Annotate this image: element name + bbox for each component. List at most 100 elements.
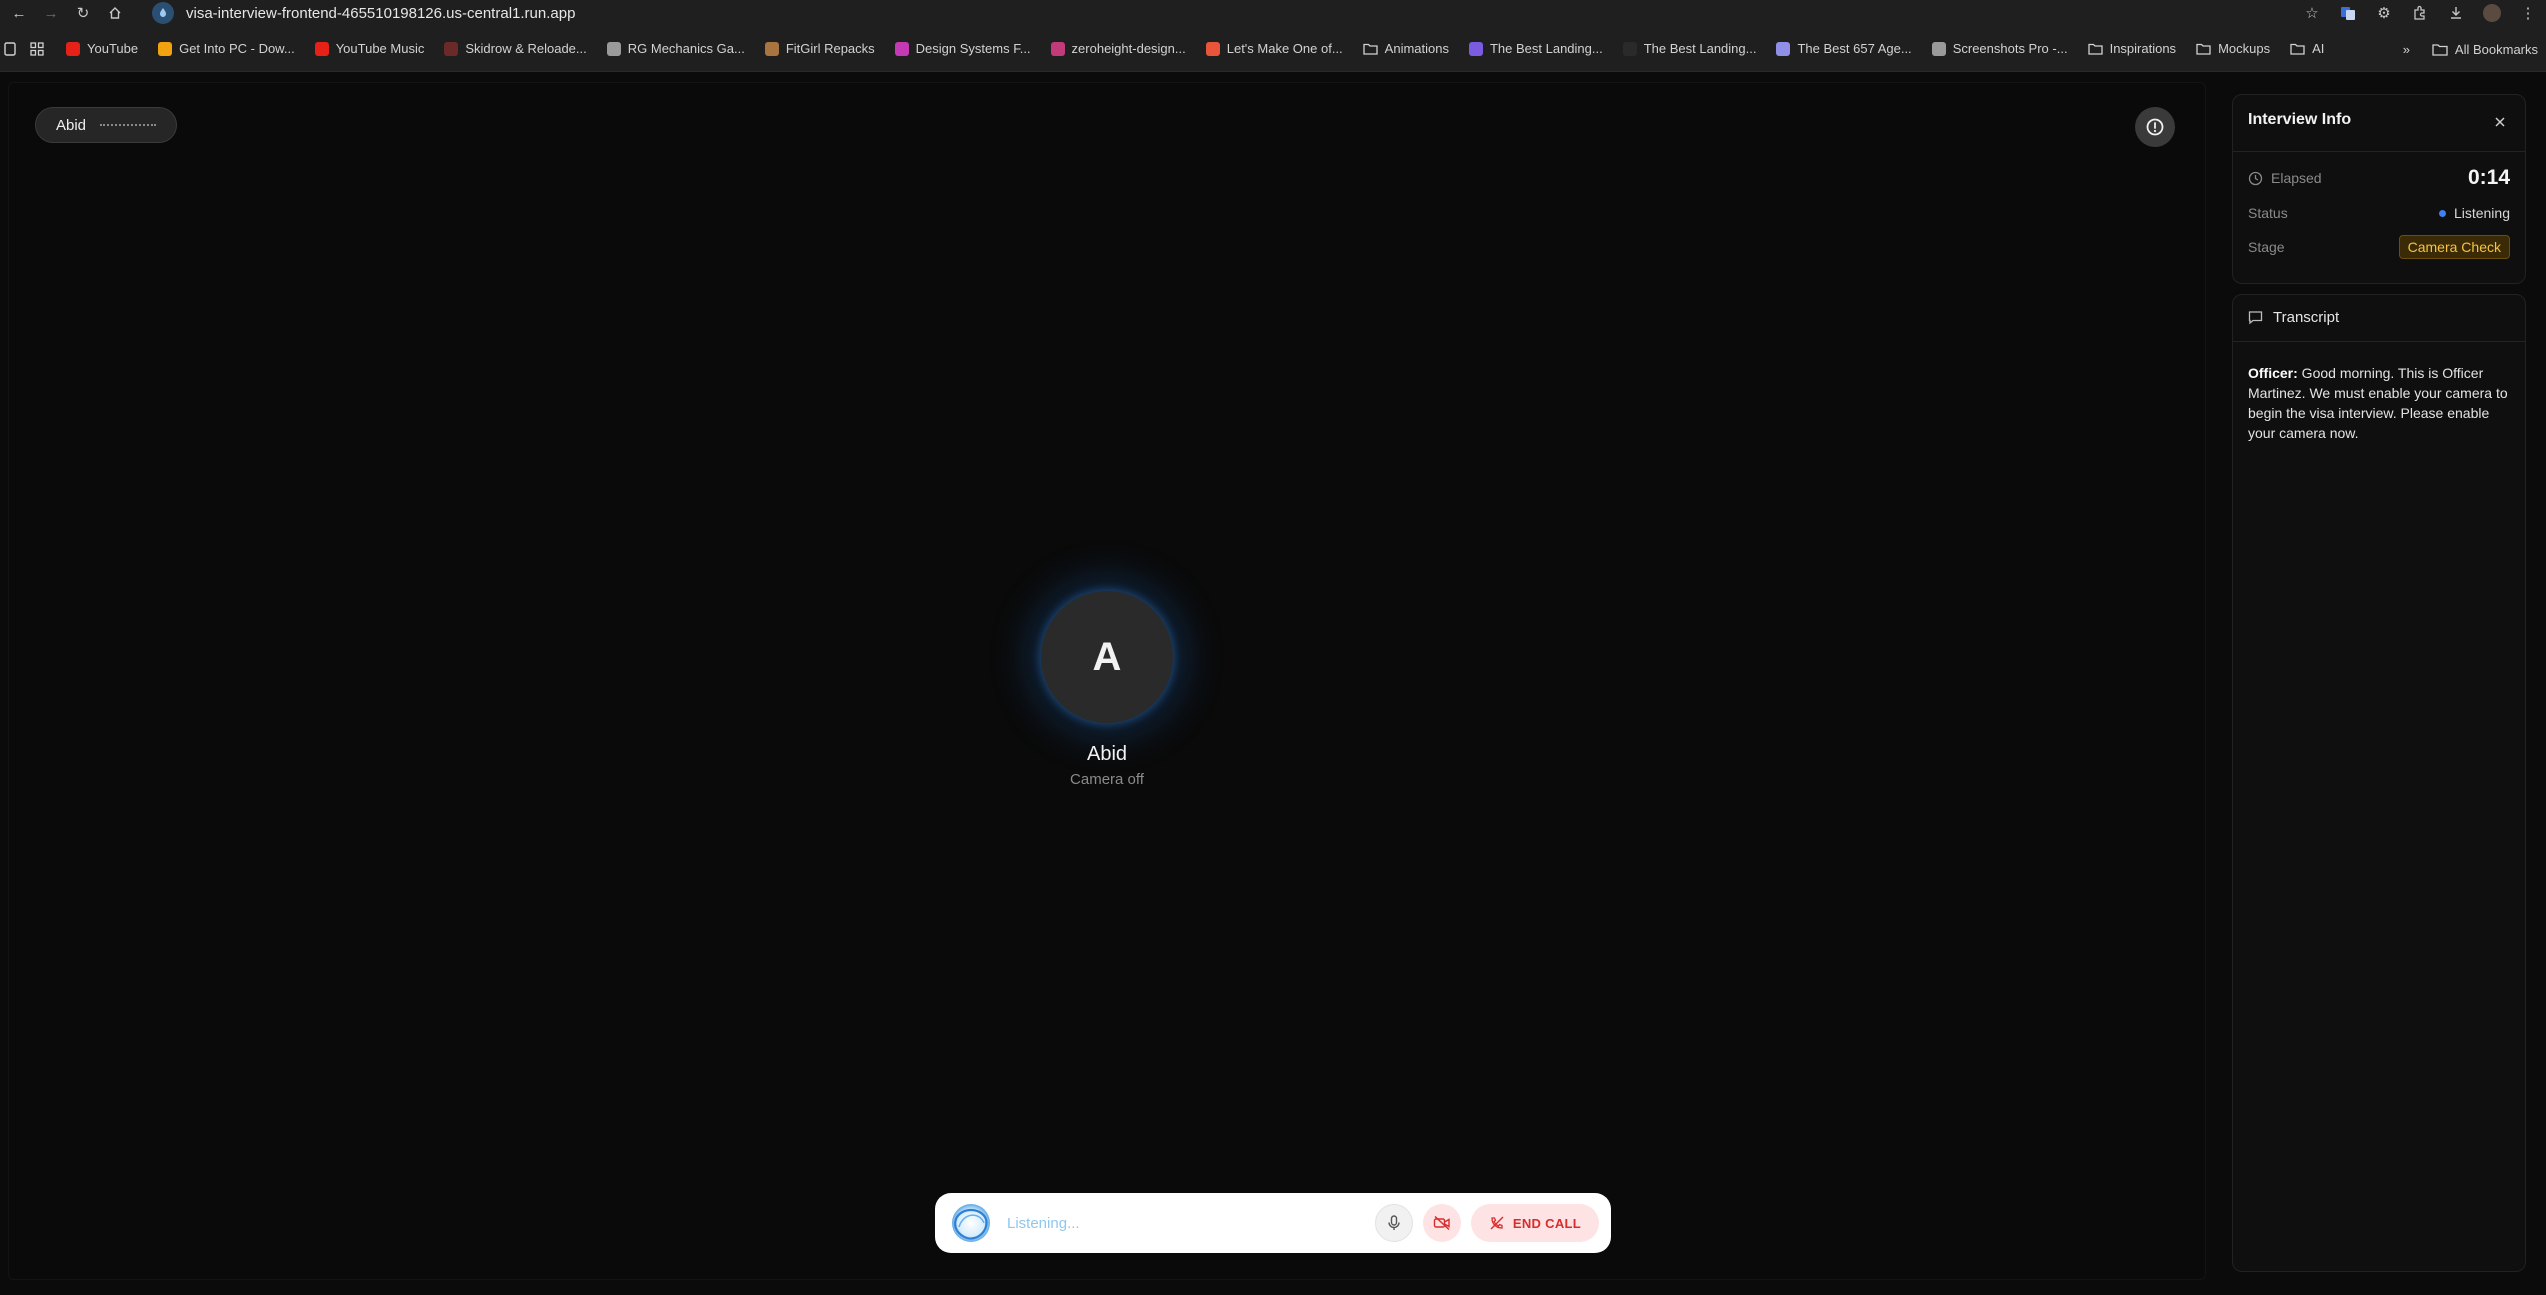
site-info-icon[interactable] (152, 2, 174, 24)
camera-toggle-button[interactable] (1422, 1204, 1461, 1242)
elapsed-label: Elapsed (2271, 170, 2322, 186)
bookmark-star-icon[interactable]: ☆ (2294, 0, 2330, 26)
back-icon[interactable]: ← (6, 0, 32, 26)
elapsed-row: Elapsed 0:14 (2248, 166, 2510, 190)
bookmark-item[interactable]: zeroheight-design... (1050, 41, 1186, 56)
microphone-button[interactable] (1374, 1204, 1413, 1242)
bookmark-label: zeroheight-design... (1071, 41, 1186, 56)
participant-avatar: A (1041, 591, 1173, 723)
bookmark-label: AI (2312, 41, 2325, 56)
transcript-title: Transcript (2273, 309, 2340, 326)
folder-icon (2087, 43, 2103, 55)
bookmarks-overflow-icon[interactable]: » (2403, 42, 2410, 57)
user-name: Abid (56, 116, 87, 134)
all-bookmarks[interactable]: All Bookmarks (2432, 42, 2538, 57)
participant-name: Abid (1086, 743, 1128, 765)
bookmark-label: FitGirl Repacks (785, 41, 875, 56)
bookmark-item[interactable]: The Best 657 Age... (1776, 41, 1912, 56)
bookmark-label: RG Mechanics Ga... (627, 41, 745, 56)
bookmark-item[interactable]: Skidrow & Reloade... (444, 41, 587, 56)
extensions-icon[interactable] (2402, 0, 2438, 26)
favicon-icon (1050, 41, 1065, 56)
bookmark-item[interactable]: Design Systems F... (894, 41, 1031, 56)
close-panel-button[interactable] (2487, 109, 2513, 135)
bookmark-label: YouTube (87, 41, 139, 56)
microphone-icon (1388, 1215, 1400, 1230)
reload-icon[interactable]: ↻ (70, 0, 96, 26)
forward-icon[interactable]: → (38, 0, 64, 26)
all-bookmarks-label: All Bookmarks (2454, 41, 2538, 57)
clock-icon (2248, 171, 2263, 185)
bookmark-item[interactable]: FitGirl Repacks (764, 41, 875, 56)
camera-off-icon (1433, 1215, 1450, 1231)
apps-grid-icon[interactable] (30, 41, 44, 56)
favicon-icon (158, 41, 173, 56)
bookmark-item[interactable]: YouTube Music (314, 41, 425, 56)
bookmark-item[interactable]: Inspirations (2087, 41, 2177, 56)
interview-info-panel: Interview Info Elapsed 0:14 Status Liste… (2232, 94, 2526, 284)
elapsed-value: 0:14 (2467, 166, 2510, 189)
folder-icon (1363, 43, 1378, 55)
alert-circle-icon (2146, 118, 2164, 136)
home-icon[interactable] (102, 0, 128, 26)
video-stage: Abid A Abid Camera off Listening... END … (8, 82, 2206, 1280)
transcript-header: Transcript (2248, 309, 2339, 326)
address-bar[interactable]: visa-interview-frontend-465510198126.us-… (148, 1, 2334, 25)
favicon-icon (764, 41, 779, 56)
call-control-bar: Listening... END CALL (935, 1193, 1611, 1253)
favicon-icon (314, 41, 329, 56)
info-button[interactable] (2135, 107, 2175, 147)
favicon-icon (1931, 41, 1946, 56)
bookmark-label: Let's Make One of... (1226, 41, 1343, 56)
ai-orb-icon (949, 1201, 993, 1245)
bookmark-item[interactable]: RG Mechanics Ga... (606, 41, 745, 56)
translate-icon[interactable] (2330, 0, 2366, 26)
bookmark-label: The Best Landing... (1643, 41, 1757, 56)
bookmark-item[interactable]: YouTube (66, 41, 138, 56)
extension-gear-icon[interactable]: ⚙ (2366, 0, 2402, 26)
end-call-button[interactable]: END CALL (1470, 1204, 1599, 1242)
status-dot (2438, 209, 2446, 217)
stage-label: Stage (2248, 239, 2285, 255)
bookmark-label: YouTube Music (335, 41, 425, 56)
stage-badge: Camera Check (2398, 235, 2510, 259)
bookmarks-bar: YouTube Get Into PC - Dow... YouTube Music… (0, 26, 2546, 72)
interview-app: Abid A Abid Camera off Listening... END … (0, 72, 2546, 1295)
bookmark-item[interactable]: The Best Landing... (1468, 41, 1603, 56)
bookmark-item[interactable]: Animations (1363, 41, 1449, 56)
bookmark-item[interactable]: Let's Make One of... (1205, 41, 1343, 56)
camera-status: Camera off (1070, 771, 1144, 788)
bookmark-label: Mockups (2218, 41, 2271, 56)
favicon-icon (1622, 41, 1637, 56)
end-call-label: END CALL (1512, 1215, 1581, 1231)
bookmark-label: Design Systems F... (915, 41, 1031, 56)
tab-search-icon[interactable] (4, 41, 16, 56)
bookmark-item[interactable]: AI (2290, 41, 2324, 56)
favicon-icon (444, 41, 459, 56)
bookmark-label: Skidrow & Reloade... (465, 41, 587, 56)
bookmark-item[interactable]: The Best Landing... (1622, 41, 1757, 56)
url-text[interactable]: visa-interview-frontend-465510198126.us-… (186, 5, 575, 22)
avatar-initial: A (1092, 634, 1122, 679)
bookmark-item[interactable]: Get Into PC - Dow... (158, 41, 295, 56)
bookmark-item[interactable]: Screenshots Pro -... (1931, 41, 2068, 56)
bookmark-item[interactable]: Mockups (2196, 41, 2270, 56)
info-panel-title: Interview Info (2248, 111, 2352, 128)
bookmark-label: The Best Landing... (1489, 41, 1603, 56)
folder-icon (2290, 43, 2305, 55)
transcript-entry: Officer: Good morning. This is Officer M… (2248, 363, 2512, 443)
status-value: Listening (2453, 205, 2510, 221)
favicon-icon (1205, 41, 1220, 56)
bookmark-label: Inspirations (2109, 41, 2177, 56)
transcript-divider (2233, 341, 2525, 342)
transcript-speaker: Officer: (2248, 365, 2298, 381)
favicon-icon (66, 41, 80, 56)
transcript-panel: Transcript Officer: Good morning. This i… (2232, 294, 2526, 1272)
bookmark-label: Animations (1384, 41, 1449, 56)
status-row: Status Listening (2248, 201, 2510, 225)
status-label: Status (2248, 205, 2288, 221)
profile-avatar[interactable] (2474, 0, 2510, 26)
more-menu-icon[interactable]: ⋮ (2510, 0, 2546, 26)
download-icon[interactable] (2438, 0, 2474, 26)
chat-bubble-icon (2248, 311, 2263, 325)
